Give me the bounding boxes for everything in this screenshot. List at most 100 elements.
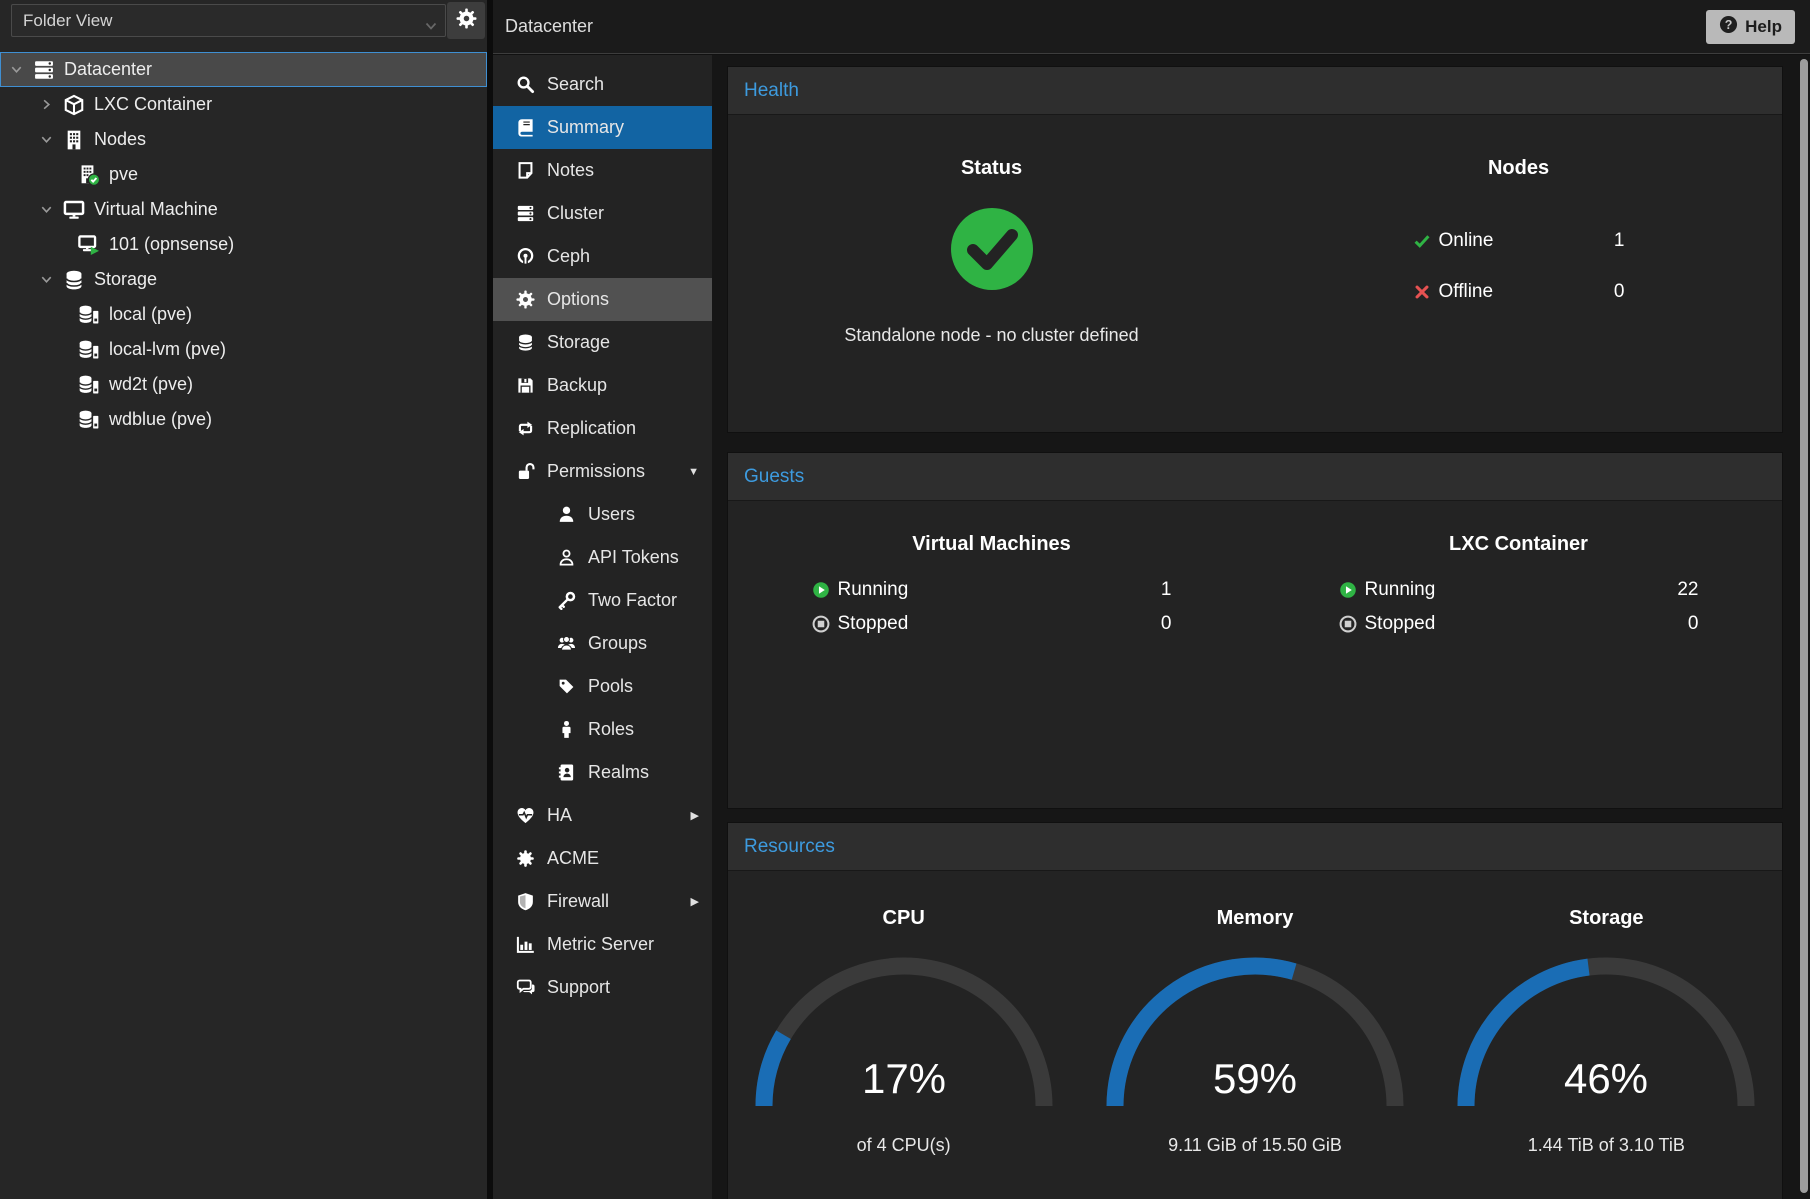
nav-item-label: API Tokens <box>588 547 679 568</box>
tree-item-local-pve[interactable]: local (pve) <box>0 297 487 332</box>
toolbar: Datacenter ? Help <box>493 0 1810 54</box>
tree-item-pve[interactable]: pve <box>0 157 487 192</box>
nav-item-label: Metric Server <box>547 934 654 955</box>
node-status-row-online: Online1 <box>1413 226 1625 256</box>
gauge-percent-label: 17% <box>862 1055 946 1102</box>
proxmox-datacenter-window: Folder View Datacenter LXC Container Nodes… <box>0 0 1810 1199</box>
nav-item-label: Cluster <box>547 203 604 224</box>
server-icon <box>514 204 536 223</box>
tree-item-nodes[interactable]: Nodes <box>0 122 487 157</box>
gauge-storage: Storage46%1.44 TiB of 3.10 TiB <box>1431 871 1782 1156</box>
health-panel-title: Health <box>728 67 1782 115</box>
retweet-icon <box>514 419 536 438</box>
nav-item-support[interactable]: Support <box>493 966 712 1009</box>
tree-item-datacenter[interactable]: Datacenter <box>0 52 487 87</box>
stop-circle-icon <box>812 615 830 633</box>
floppy-icon <box>514 376 536 395</box>
help-button-label: Help <box>1745 17 1782 37</box>
nav-item-ceph[interactable]: Ceph <box>493 235 712 278</box>
guest-row-value: 0 <box>1161 613 1172 635</box>
guest-row-running: Running1 <box>812 576 1172 604</box>
nav-item-notes[interactable]: Notes <box>493 149 712 192</box>
nav-item-cluster[interactable]: Cluster <box>493 192 712 235</box>
help-button[interactable]: ? Help <box>1706 10 1795 44</box>
tree-item-virtual-machine[interactable]: Virtual Machine <box>0 192 487 227</box>
database-drive-icon <box>78 409 100 431</box>
users-icon <box>555 634 577 653</box>
tree-item-wdblue-pve[interactable]: wdblue (pve) <box>0 402 487 437</box>
building-check-icon <box>78 164 100 186</box>
nav-item-users[interactable]: Users <box>493 493 712 536</box>
guest-row-stopped: Stopped0 <box>812 610 1172 638</box>
desktop-icon <box>63 199 85 221</box>
database-drive-icon <box>78 304 100 326</box>
guest-row-value: 0 <box>1688 613 1699 635</box>
tree-item-label: wd2t (pve) <box>109 374 193 395</box>
heartbeat-icon <box>514 806 536 825</box>
nav-item-groups[interactable]: Groups <box>493 622 712 665</box>
tree-item-label: Nodes <box>94 129 146 150</box>
nav-item-two-factor[interactable]: Two Factor <box>493 579 712 622</box>
view-mode-select[interactable]: Folder View <box>11 4 446 37</box>
play-circle-icon <box>1339 581 1357 599</box>
nav-item-firewall[interactable]: Firewall▶ <box>493 880 712 923</box>
tree-item-label: pve <box>109 164 138 185</box>
chevron-down-icon <box>39 272 54 287</box>
gauge-title: CPU <box>728 907 1079 930</box>
guests-column-heading: Virtual Machines <box>728 533 1255 556</box>
nav-item-label: Backup <box>547 375 607 396</box>
database-drive-icon <box>78 374 100 396</box>
gauge-sublabel: 9.11 GiB of 15.50 GiB <box>1079 1135 1430 1156</box>
tree-item-lxc-container[interactable]: LXC Container <box>0 87 487 122</box>
nav-item-metric-server[interactable]: Metric Server <box>493 923 712 966</box>
gauge-cpu: CPU17%of 4 CPU(s) <box>728 871 1079 1156</box>
nav-item-permissions[interactable]: Permissions▼ <box>493 450 712 493</box>
nav-item-options[interactable]: Options <box>493 278 712 321</box>
nav-item-storage[interactable]: Storage <box>493 321 712 364</box>
nav-item-label: Storage <box>547 332 610 353</box>
nav-item-ha[interactable]: HA▶ <box>493 794 712 837</box>
shield-icon <box>514 892 536 911</box>
desktop-play-icon <box>78 234 100 256</box>
nav-item-roles[interactable]: Roles <box>493 708 712 751</box>
view-mode-value: Folder View <box>23 11 112 30</box>
tree-item-wd2t-pve[interactable]: wd2t (pve) <box>0 367 487 402</box>
nav-item-backup[interactable]: Backup <box>493 364 712 407</box>
nav-item-search[interactable]: Search <box>493 63 712 106</box>
nav-item-acme[interactable]: ACME <box>493 837 712 880</box>
server-icon <box>33 59 55 81</box>
gauge-title: Memory <box>1079 907 1430 930</box>
guests-column-1: LXC ContainerRunning22Stopped0 <box>1255 501 1782 644</box>
tree-item-local-lvm-pve[interactable]: local-lvm (pve) <box>0 332 487 367</box>
nodes-column: Nodes Online1Offline0 <box>1255 115 1782 346</box>
datacenter-nav-menu: Search Summary Notes Cluster Ceph Options Stor… <box>493 55 712 1199</box>
nav-item-pools[interactable]: Pools <box>493 665 712 708</box>
bar-chart-icon <box>514 935 536 954</box>
tree-item-label: wdblue (pve) <box>109 409 212 430</box>
gauge-percent-label: 59% <box>1213 1055 1297 1102</box>
tree-settings-button[interactable] <box>447 2 485 39</box>
gauge-memory: Memory 59% 9.11 GiB of 15.50 GiB <box>1079 871 1430 1156</box>
book-icon <box>514 118 536 137</box>
nav-item-realms[interactable]: Realms <box>493 751 712 794</box>
check-icon <box>1413 232 1431 250</box>
resource-tree-panel: Folder View Datacenter LXC Container Nodes… <box>0 0 487 1199</box>
nav-item-replication[interactable]: Replication <box>493 407 712 450</box>
nav-item-label: Ceph <box>547 246 590 267</box>
resources-panel-title: Resources <box>728 823 1782 871</box>
tree-item-storage[interactable]: Storage <box>0 262 487 297</box>
nav-item-label: Notes <box>547 160 594 181</box>
chevron-down-icon <box>423 13 439 44</box>
nav-item-api-tokens[interactable]: API Tokens <box>493 536 712 579</box>
node-status-value: 0 <box>1614 281 1625 303</box>
nav-item-label: Search <box>547 74 604 95</box>
tree-item-101-opnsense[interactable]: 101 (opnsense) <box>0 227 487 262</box>
note-icon <box>514 161 536 180</box>
database-icon <box>514 333 536 352</box>
status-heading: Status <box>728 157 1255 180</box>
vertical-scrollbar-thumb[interactable] <box>1800 59 1808 1193</box>
nav-item-label: HA <box>547 805 572 826</box>
key-icon <box>555 591 577 610</box>
tree-item-label: LXC Container <box>94 94 212 115</box>
nav-item-summary[interactable]: Summary <box>493 106 712 149</box>
